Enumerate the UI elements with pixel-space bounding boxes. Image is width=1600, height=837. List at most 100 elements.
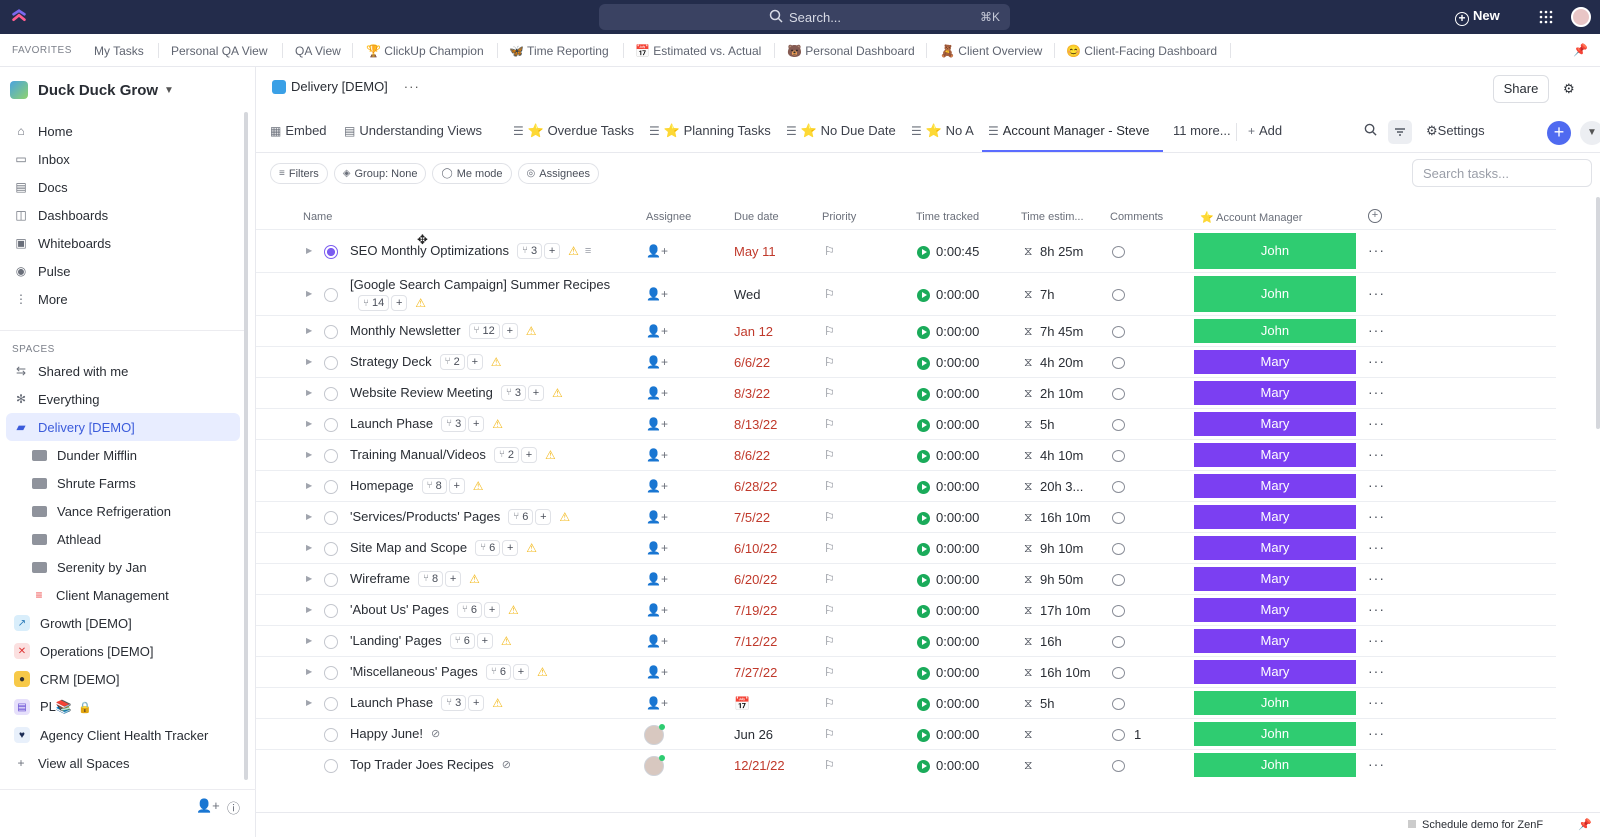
status-indicator[interactable] bbox=[324, 727, 338, 742]
account-manager-cell[interactable]: Mary bbox=[1194, 412, 1356, 436]
help-icon[interactable]: ⓘ bbox=[227, 798, 240, 817]
table-row[interactable]: ▶ Training Manual/Videos ⑂ 2 + ⚠ 👤+ 8/6/22 ⚐… bbox=[256, 439, 1556, 470]
add-subtask-button[interactable]: + bbox=[466, 353, 483, 370]
add-subtask-button[interactable]: + bbox=[501, 322, 518, 339]
task-name[interactable]: Launch Phase ⑂ 3 + ⚠ bbox=[350, 694, 503, 711]
main-scrollbar[interactable] bbox=[1596, 197, 1600, 429]
comment-icon[interactable] bbox=[1112, 418, 1125, 431]
task-name[interactable]: Website Review Meeting ⑂ 3 + ⚠ bbox=[350, 384, 563, 401]
status-indicator[interactable] bbox=[324, 696, 338, 711]
row-more-icon[interactable]: ··· bbox=[1368, 508, 1385, 524]
due-date[interactable]: May 11 bbox=[734, 244, 776, 259]
task-name[interactable]: Launch Phase ⑂ 3 + ⚠ bbox=[350, 415, 503, 432]
status-indicator[interactable] bbox=[324, 324, 338, 339]
table-row[interactable]: ▶ Homepage ⑂ 8 + ⚠ 👤+ 6/28/22 ⚐ 0:00:00 ⧖ 20… bbox=[256, 470, 1556, 501]
time-tracked[interactable]: 0:00:00 bbox=[936, 758, 979, 773]
sidebar-item-pl[interactable]: ▤ PL📚 🔒 bbox=[6, 693, 240, 721]
apps-grid-icon[interactable] bbox=[1539, 10, 1553, 24]
breadcrumb[interactable]: Delivery [DEMO] ··· bbox=[272, 79, 420, 94]
play-icon[interactable] bbox=[917, 511, 930, 525]
priority-flag-icon[interactable]: ⚐ bbox=[824, 324, 835, 338]
table-row[interactable]: ▶ Monthly Newsletter ⑂ 12 + ⚠ 👤+ Jan 12 ⚐ 0:… bbox=[256, 315, 1556, 346]
global-search[interactable]: Search... ⌘K bbox=[599, 4, 1010, 30]
workspace-switcher[interactable]: Duck Duck Grow ▼ bbox=[10, 79, 174, 101]
add-subtask-button[interactable]: + bbox=[476, 632, 493, 649]
status-indicator[interactable] bbox=[324, 448, 338, 463]
sidebar-item-agency-client-health-tracker[interactable]: ♥ Agency Client Health Tracker bbox=[6, 721, 240, 749]
due-date[interactable]: Jan 12 bbox=[734, 324, 773, 339]
task-name[interactable]: SEO Monthly Optimizations ⑂ 3 + ⚠ ≡ bbox=[350, 242, 591, 259]
row-more-icon[interactable]: ··· bbox=[1368, 694, 1385, 710]
column-due-date[interactable]: Due date bbox=[734, 211, 779, 223]
time-tracked[interactable]: 0:00:00 bbox=[936, 696, 979, 711]
time-tracked[interactable]: 0:00:00 bbox=[936, 479, 979, 494]
add-subtask-button[interactable]: + bbox=[448, 477, 465, 494]
due-date[interactable]: 6/28/22 bbox=[734, 479, 777, 494]
status-indicator[interactable] bbox=[324, 541, 338, 556]
sidebar-item-shrute-farms[interactable]: Shrute Farms bbox=[6, 469, 240, 497]
account-manager-cell[interactable]: John bbox=[1194, 233, 1356, 269]
status-indicator[interactable] bbox=[324, 603, 338, 618]
add-assignee-icon[interactable]: 👤+ bbox=[646, 448, 668, 462]
comment-icon[interactable] bbox=[1112, 604, 1125, 617]
me-mode-chip[interactable]: ◯ Me mode bbox=[432, 163, 512, 184]
add-assignee-icon[interactable]: 👤+ bbox=[646, 479, 668, 493]
due-date[interactable]: Jun 26 bbox=[734, 727, 773, 742]
add-view-button[interactable]: + Add bbox=[1248, 123, 1282, 138]
priority-flag-icon[interactable]: ⚐ bbox=[824, 727, 835, 741]
add-subtask-button[interactable]: + bbox=[544, 242, 561, 259]
sidebar-item-dunder-mifflin[interactable]: Dunder Mifflin bbox=[6, 441, 240, 469]
share-button[interactable]: Share bbox=[1493, 75, 1549, 103]
expand-caret-icon[interactable]: ▶ bbox=[306, 667, 312, 676]
assignee-avatar[interactable] bbox=[644, 754, 665, 776]
time-tracked[interactable]: 0:00:45 bbox=[936, 244, 979, 259]
sidebar-item-view-all-spaces[interactable]: + View all Spaces bbox=[6, 749, 240, 777]
tab-understanding-views[interactable]: ▤ Understanding Views bbox=[344, 123, 482, 138]
table-row[interactable]: ▶ 'About Us' Pages ⑂ 6 + ⚠ 👤+ 7/19/22 ⚐ 0:00… bbox=[256, 594, 1556, 625]
status-indicator[interactable] bbox=[324, 479, 338, 494]
expand-caret-icon[interactable]: ▶ bbox=[306, 357, 312, 366]
sidebar-item-everything[interactable]: ✻ Everything bbox=[6, 385, 240, 413]
task-name[interactable]: Training Manual/Videos ⑂ 2 + ⚠ bbox=[350, 446, 556, 463]
add-assignee-icon[interactable]: 👤+ bbox=[646, 417, 668, 431]
account-manager-cell[interactable]: Mary bbox=[1194, 505, 1356, 529]
subtask-count[interactable]: ⑂ 6 bbox=[508, 508, 534, 525]
expand-caret-icon[interactable]: ▶ bbox=[306, 512, 312, 521]
sidebar-item-shared-with-me[interactable]: ⇆ Shared with me bbox=[6, 357, 240, 385]
expand-caret-icon[interactable]: ▶ bbox=[306, 419, 312, 428]
favorite-qa-view[interactable]: QA View bbox=[295, 44, 341, 58]
time-estimate[interactable]: 7h bbox=[1040, 287, 1054, 302]
row-more-icon[interactable]: ··· bbox=[1368, 384, 1385, 400]
account-manager-cell[interactable]: Mary bbox=[1194, 629, 1356, 653]
time-tracked[interactable]: 0:00:00 bbox=[936, 634, 979, 649]
priority-flag-icon[interactable]: ⚐ bbox=[824, 572, 835, 586]
invite-user-icon[interactable]: 👤+ bbox=[196, 798, 220, 814]
play-icon[interactable] bbox=[917, 697, 930, 711]
priority-flag-icon[interactable]: ⚐ bbox=[824, 244, 835, 258]
sidebar-item-home[interactable]: ⌂ Home bbox=[6, 117, 240, 145]
time-tracked[interactable]: 0:00:00 bbox=[936, 603, 979, 618]
account-manager-cell[interactable]: Mary bbox=[1194, 381, 1356, 405]
play-icon[interactable] bbox=[917, 245, 930, 259]
favorite-time-reporting[interactable]: 🦋 Time Reporting bbox=[509, 44, 609, 58]
favorite-estimated-vs-actual[interactable]: 📅 Estimated vs. Actual bbox=[635, 44, 761, 58]
tab-no-due-date[interactable]: ☰ ⭐ No Due Date bbox=[786, 123, 896, 139]
comment-icon[interactable] bbox=[1112, 666, 1125, 679]
add-subtask-button[interactable]: + bbox=[468, 415, 485, 432]
account-manager-cell[interactable]: John bbox=[1194, 691, 1356, 715]
sidebar-item-inbox[interactable]: ▭ Inbox bbox=[6, 145, 240, 173]
status-indicator[interactable] bbox=[324, 355, 338, 370]
row-more-icon[interactable]: ··· bbox=[1368, 285, 1385, 301]
account-manager-cell[interactable]: John bbox=[1194, 753, 1356, 777]
time-estimate[interactable]: 5h bbox=[1040, 696, 1054, 711]
play-icon[interactable] bbox=[917, 604, 930, 618]
row-more-icon[interactable]: ··· bbox=[1368, 663, 1385, 679]
row-more-icon[interactable]: ··· bbox=[1368, 756, 1385, 772]
time-estimate[interactable]: 2h 10m bbox=[1040, 386, 1083, 401]
add-assignee-icon[interactable]: 👤+ bbox=[646, 287, 668, 301]
priority-flag-icon[interactable]: ⚐ bbox=[824, 665, 835, 679]
add-subtask-button[interactable]: + bbox=[527, 384, 544, 401]
table-row[interactable]: ▶ Strategy Deck ⑂ 2 + ⚠ 👤+ 6/6/22 ⚐ 0:00:00 … bbox=[256, 346, 1556, 377]
status-indicator[interactable] bbox=[324, 244, 338, 259]
sidebar-item-dashboards[interactable]: ◫ Dashboards bbox=[6, 201, 240, 229]
